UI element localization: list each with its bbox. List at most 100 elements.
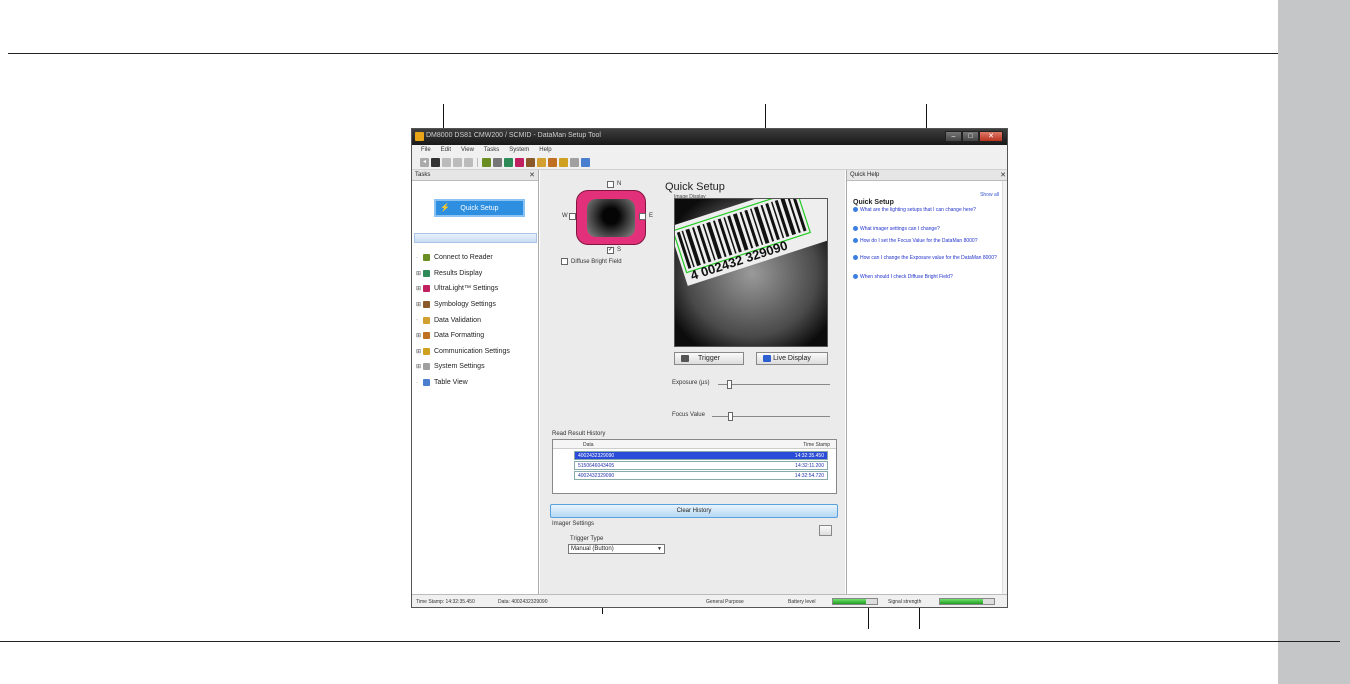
task-item[interactable]: ⊞ Communication Settings (416, 344, 510, 360)
expand-icon[interactable]: ⊞ (416, 332, 423, 339)
task-item[interactable]: · Data Validation (416, 312, 510, 328)
table-row[interactable]: 4002432329090 14:32:35.450 (574, 451, 828, 460)
task-item[interactable]: ⊞ Results Display (416, 266, 510, 282)
chevron-down-icon: ▼ (657, 546, 662, 552)
exposure-slider-thumb[interactable] (727, 380, 733, 389)
trigger-icon[interactable] (493, 158, 502, 167)
task-symbology-icon (423, 301, 430, 309)
tasks-pane-close-icon[interactable]: ✕ (529, 171, 535, 179)
expand-icon[interactable]: ⊞ (416, 348, 423, 355)
expand-icon[interactable]: ⊞ (416, 285, 423, 292)
history-data-cell: 5150646043405 (578, 463, 615, 469)
focus-slider-thumb[interactable] (727, 412, 733, 421)
help-pane-close-icon[interactable]: ✕ (1000, 171, 1006, 179)
menu-help[interactable]: Help (534, 145, 556, 156)
menu-file[interactable]: File (416, 145, 436, 156)
light-right-checkbox[interactable] (639, 213, 646, 220)
page-side-band (1278, 0, 1350, 684)
validation-icon[interactable] (537, 158, 546, 167)
battery-level-fill (833, 599, 866, 604)
light-right-label: E (649, 213, 654, 219)
exposure-slider-track[interactable] (718, 384, 830, 385)
help-bullet-icon (853, 207, 858, 213)
menu-tasks[interactable]: Tasks (479, 145, 504, 156)
trigger-type-value: Manual (Button) (571, 546, 614, 552)
trigger-type-select[interactable]: Manual (Button) ▼ (568, 544, 665, 554)
menu-view[interactable]: View (456, 145, 479, 156)
device-icon[interactable] (482, 158, 491, 167)
signal-strength-bar (939, 598, 995, 605)
task-item[interactable]: ⊞ Symbology Settings (416, 297, 510, 313)
undo-icon[interactable] (442, 158, 451, 167)
help-link[interactable]: How do I set the Focus Value for the Dat… (853, 238, 999, 244)
expand-icon[interactable]: ⊞ (416, 270, 423, 277)
format-icon[interactable] (548, 158, 557, 167)
task-item-label: Data Validation (434, 316, 481, 324)
table-row[interactable]: 4002432329090 14:32:54.720 (574, 471, 828, 480)
top-rule (8, 53, 1278, 54)
task-item-label: Results Display (434, 269, 483, 277)
task-connect-icon (423, 254, 430, 262)
close-button[interactable]: ✕ (979, 131, 1003, 142)
imager-settings-button[interactable] (819, 525, 832, 536)
window-title: DM8000 DS81 CMW200 / SCMID - DataMan Set… (426, 132, 601, 139)
task-item[interactable]: · Connect to Reader (416, 250, 510, 266)
help-show-all-link[interactable]: Show all (980, 192, 999, 198)
maximize-button[interactable]: □ (962, 131, 979, 142)
trigger-type-label: Trigger Type (570, 536, 604, 542)
task-system-icon (423, 363, 430, 371)
diffuse-bright-field-checkbox[interactable] (561, 258, 568, 265)
tree-line-icon: · (416, 379, 418, 386)
help-pane-scrollbar[interactable] (1002, 181, 1007, 594)
task-communication-icon (423, 347, 430, 355)
connect-icon[interactable] (431, 158, 440, 167)
clear-history-button[interactable]: Clear History (550, 504, 838, 518)
quick-setup-button[interactable]: ⚡ Quick Setup (434, 199, 525, 217)
redo-icon[interactable] (453, 158, 462, 167)
help-link[interactable]: What are the lighting setups that I can … (853, 207, 999, 213)
trigger-button[interactable]: Trigger (674, 352, 744, 365)
task-item[interactable]: ⊞ UltraLight™ Settings (416, 281, 510, 297)
help-link[interactable]: What imager settings can I change? (853, 226, 999, 232)
refresh-icon[interactable] (464, 158, 473, 167)
light-left-checkbox[interactable] (569, 213, 576, 220)
barcode-image: 4 002432 329090 (675, 199, 827, 346)
image-display[interactable]: 4 002432 329090 (674, 198, 828, 347)
minimize-button[interactable]: – (945, 131, 962, 142)
tasks-pane: Tasks ✕ ⚡ Quick Setup · Connect to Reader… (412, 170, 539, 594)
light-bottom-checkbox[interactable]: ✓ (607, 247, 614, 254)
menu-edit[interactable]: Edit (436, 145, 456, 156)
light-top-checkbox[interactable] (607, 181, 614, 188)
help-link[interactable]: When should I check Diffuse Bright Field… (853, 274, 999, 280)
light-left-label: W (562, 213, 568, 219)
image-icon[interactable] (504, 158, 513, 167)
help-bullet-icon (853, 274, 858, 280)
task-results-icon (423, 269, 430, 277)
help-link-text: What imager settings can I change? (860, 226, 940, 232)
history-time-cell: 14:32:11.200 (795, 463, 824, 469)
back-icon[interactable]: ◂ (420, 158, 429, 167)
menu-system[interactable]: System (504, 145, 534, 156)
monitor-icon (763, 355, 771, 362)
expand-icon[interactable]: ⊞ (416, 301, 423, 308)
settings-icon[interactable] (570, 158, 579, 167)
exposure-label: Exposure (µs) (672, 380, 710, 386)
trigger-icon (681, 355, 689, 362)
task-item[interactable]: ⊞ Data Formatting (416, 328, 510, 344)
task-item[interactable]: ⊞ System Settings (416, 359, 510, 375)
barcode-icon[interactable] (526, 158, 535, 167)
live-display-button[interactable]: Live Display (756, 352, 828, 365)
history-time-cell: 14:32:35.450 (794, 453, 824, 459)
help-bullet-icon (853, 255, 858, 261)
task-item[interactable]: · Table View (416, 375, 510, 391)
light-icon[interactable] (515, 158, 524, 167)
table-icon[interactable] (581, 158, 590, 167)
tasks-divider-bar (414, 233, 537, 243)
expand-icon[interactable]: ⊞ (416, 363, 423, 370)
app-icon (415, 132, 424, 141)
status-data: Data: 4002432329090 (498, 599, 548, 605)
help-link[interactable]: How can I change the Exposure value for … (853, 255, 999, 261)
table-row[interactable]: 5150646043405 14:32:11.200 (574, 461, 828, 470)
focus-value-label: Focus Value (672, 412, 705, 418)
comm-icon[interactable] (559, 158, 568, 167)
